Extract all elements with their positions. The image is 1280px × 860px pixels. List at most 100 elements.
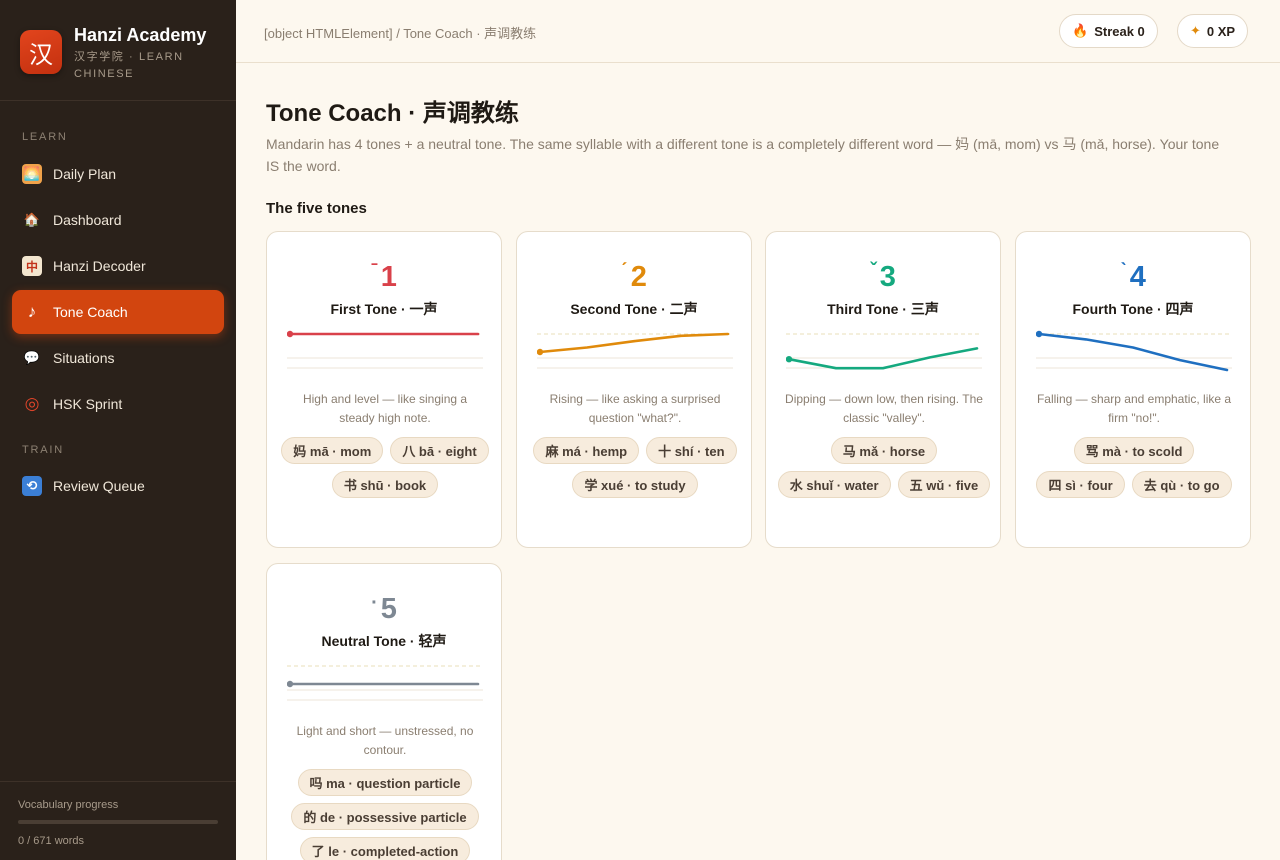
tone-examples: 吗 ma · question particle 的 de · possessiv…	[277, 769, 493, 860]
streak-label: Streak 0	[1094, 23, 1145, 39]
tone-examples: 麻 má · hemp 十 shí · ten 学 xué · to study	[527, 437, 743, 498]
example-word-chip[interactable]: 的 de · possessive particle	[291, 803, 479, 830]
example-word-chip[interactable]: 马 mǎ · horse	[830, 437, 938, 464]
example-word-chip[interactable]: 书 shū · book	[331, 471, 439, 498]
mahjong-tile-icon: 中	[22, 256, 42, 276]
sidebar: 汉 Hanzi Academy 汉字学院 · LEARN CHINESE LEA…	[0, 0, 236, 860]
tone-number: ˇ3	[766, 254, 1000, 294]
tone-digit: 5	[380, 593, 397, 625]
sidebar-item-label: Daily Plan	[53, 166, 117, 182]
tone-contour-start-dot	[537, 348, 544, 356]
example-word-chip[interactable]: 妈 mā · mom	[281, 437, 384, 464]
tone-examples: 骂 mà · to scold 四 sì · four 去 qù · to go	[1026, 437, 1242, 498]
tone-number: ˉ1	[267, 254, 501, 294]
music-note-icon: ♪	[27, 302, 37, 321]
tone-name: Fourth Tone · 四声	[1072, 301, 1194, 317]
xp-label: 0 XP	[1206, 23, 1236, 39]
example-word-chip[interactable]: 骂 mà · to scold	[1073, 437, 1195, 464]
tone-digit: 1	[380, 261, 397, 293]
example-word-chip[interactable]: 吗 ma · question particle	[297, 769, 473, 796]
tone-name: First Tone · 一声	[330, 301, 438, 317]
app-subtitle: 汉字学院 · LEARN CHINESE	[74, 51, 184, 80]
vocabulary-progress: Vocabulary progress 0 / 671 words	[0, 781, 236, 860]
brand-header: 汉 Hanzi Academy 汉字学院 · LEARN CHINESE	[0, 0, 236, 101]
page-intro: Mandarin has 4 tones + a neutral tone. T…	[266, 136, 1220, 174]
tone-name: Third Tone · 三声	[827, 301, 939, 317]
tone-card-first[interactable]: ˉ 1 First Tone · 一声 High and level — like s…	[266, 231, 502, 548]
sidebar-item-label: Review Queue	[53, 478, 145, 494]
tone-card-second[interactable]: ˊ 2 Second Tone · 二声 Rising — like asking a…	[516, 231, 752, 548]
vocabulary-progress-count: 0 / 671 words	[18, 835, 85, 847]
example-word-chip[interactable]: 了 le · completed-action	[299, 837, 471, 860]
house-icon: 🏠	[23, 212, 41, 227]
sidebar-item-label: Hanzi Decoder	[53, 258, 146, 274]
tone-description: High and level — like singing a steady h…	[302, 392, 468, 425]
tone-mark: ˊ	[621, 260, 628, 282]
breadcrumb: [object HTMLElement] / Tone Coach · 声调教练	[264, 26, 537, 41]
tone-number: ˋ4	[1016, 254, 1250, 294]
example-word-chip[interactable]: 麻 má · hemp	[533, 437, 640, 464]
sidebar-item-situations[interactable]: 💬 Situations	[12, 336, 224, 380]
example-word-chip[interactable]: 水 shuǐ · water	[777, 471, 891, 498]
nav-section-learn: LEARN	[22, 131, 68, 143]
app-logo: 汉	[20, 30, 62, 74]
tone-examples: 马 mǎ · horse 水 shuǐ · water 五 wǔ · five	[776, 437, 992, 498]
flame-icon: 🔥	[1072, 23, 1089, 38]
tone-contour-start-dot	[287, 330, 294, 338]
sidebar-item-label: Tone Coach	[53, 304, 128, 320]
tone-description: Falling — sharp and emphatic, like a fir…	[1036, 392, 1232, 425]
tone-contour-start-dot	[1036, 330, 1043, 338]
sidebar-item-dashboard[interactable]: 🏠 Dashboard	[12, 198, 224, 242]
tone-name: Neutral Tone · 轻声	[321, 633, 447, 649]
tone-number: · 5	[267, 586, 501, 626]
example-word-chip[interactable]: 八 bā · eight	[390, 437, 489, 464]
top-bar: [object HTMLElement] / Tone Coach · 声调教练…	[236, 0, 1280, 63]
example-word-chip[interactable]: 四 sì · four	[1036, 471, 1125, 498]
tone-digit: 3	[879, 261, 896, 293]
tone-card-fourth[interactable]: ˋ 4 Fourth Tone · 四声 Falling — sharp and em…	[1015, 231, 1251, 548]
tone-description: Dipping — down low, then rising. The cla…	[785, 392, 983, 425]
tone-contour-line	[538, 332, 730, 354]
xp-badge[interactable]: ✦ 0 XP	[1177, 14, 1249, 48]
sidebar-item-tone-coach[interactable]: ♪ Tone Coach	[12, 290, 224, 334]
tone-contour-line	[1037, 332, 1229, 372]
tone-contour-chart	[1036, 330, 1232, 372]
tone-digit: 2	[630, 261, 647, 293]
tone-contour-start-dot	[287, 680, 294, 688]
nav-section-train: TRAIN	[22, 444, 64, 456]
tone-contour-chart	[537, 332, 733, 369]
example-word-chip[interactable]: 十 shí · ten	[646, 437, 737, 464]
sidebar-item-hsk-sprint[interactable]: ◎ HSK Sprint	[12, 382, 224, 426]
tone-mark: ·	[371, 592, 378, 614]
tone-number: ˊ2	[517, 254, 751, 294]
tone-card-third[interactable]: ˇ 3 Third Tone · 三声 Dipping — down low, the…	[765, 231, 1001, 548]
sidebar-item-label: Situations	[53, 350, 115, 366]
example-word-chip[interactable]: 去 qù · to go	[1131, 471, 1232, 498]
example-word-chip[interactable]: 五 wǔ · five	[897, 471, 991, 498]
sunrise-icon: 🌅	[22, 164, 42, 184]
tone-digit: 4	[1129, 261, 1146, 293]
speech-bubble-icon: 💬	[23, 350, 41, 365]
tone-contour-chart	[287, 330, 483, 369]
tone-card-neutral[interactable]: · 5 Neutral Tone · 轻声 Light and short — uns…	[266, 563, 502, 860]
streak-badge[interactable]: 🔥 Streak 0	[1059, 14, 1158, 48]
tone-mark: ˉ	[371, 260, 378, 282]
page-title: Tone Coach · 声调教练	[266, 100, 519, 127]
tone-description: Light and short — unstressed, no contour…	[296, 724, 474, 757]
tone-examples: 妈 mā · mom 八 bā · eight 书 shū · book	[277, 437, 493, 498]
tone-contour-chart	[287, 665, 483, 701]
vocabulary-progress-label: Vocabulary progress	[18, 799, 119, 811]
tone-contour-start-dot	[786, 356, 793, 363]
repeat-icon: ⟲	[22, 476, 42, 496]
tone-name: Second Tone · 二声	[570, 301, 698, 317]
sidebar-item-label: HSK Sprint	[53, 396, 123, 412]
sparkle-icon: ✦	[1190, 23, 1201, 38]
tone-mark: ˇ	[870, 260, 877, 282]
sidebar-item-hanzi-decoder[interactable]: 中 Hanzi Decoder	[12, 244, 224, 288]
target-icon: ◎	[24, 394, 40, 413]
example-word-chip[interactable]: 学 xué · to study	[572, 471, 698, 498]
sidebar-item-review-queue[interactable]: ⟲ Review Queue	[12, 464, 224, 508]
tone-mark: ˋ	[1120, 260, 1127, 282]
app-title: Hanzi Academy	[74, 25, 207, 45]
sidebar-item-daily-plan[interactable]: 🌅 Daily Plan	[12, 152, 224, 196]
